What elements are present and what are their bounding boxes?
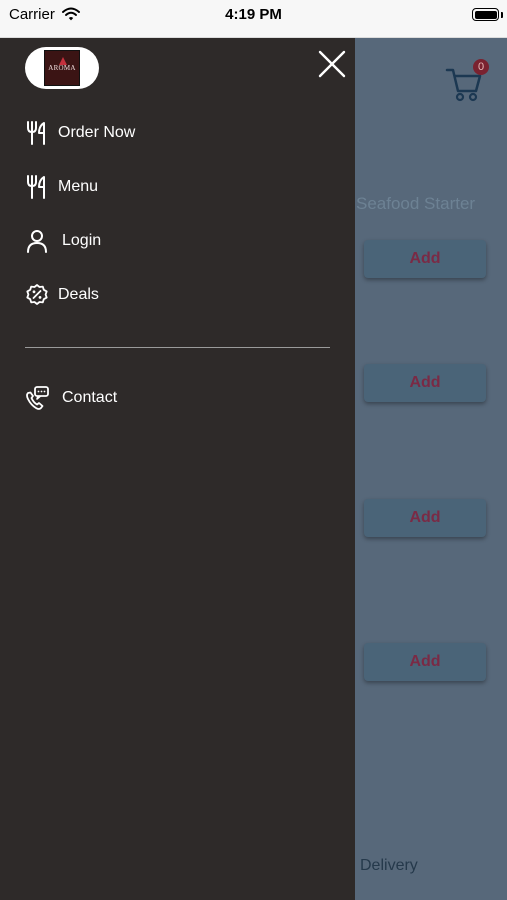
add-button[interactable]: Add bbox=[364, 499, 486, 537]
cart-count-badge: 0 bbox=[473, 59, 489, 75]
delivery-label[interactable]: Delivery bbox=[360, 857, 418, 875]
close-icon[interactable] bbox=[316, 48, 348, 80]
user-icon bbox=[24, 228, 50, 254]
fork-knife-icon bbox=[24, 120, 50, 146]
drawer-item-menu[interactable]: Menu bbox=[24, 172, 98, 202]
logo-container[interactable]: AROMA bbox=[25, 47, 99, 89]
side-drawer: AROMA Order Now Menu Login Deals Contact bbox=[0, 38, 355, 900]
category-title: Seafood Starter bbox=[356, 194, 476, 213]
drawer-item-contact[interactable]: Contact bbox=[24, 383, 117, 413]
logo-text: AROMA bbox=[48, 64, 76, 72]
battery-icon bbox=[472, 8, 499, 21]
drawer-item-label: Contact bbox=[62, 389, 118, 406]
clock: 4:19 PM bbox=[225, 6, 282, 23]
add-button[interactable]: Add bbox=[364, 643, 486, 681]
drawer-item-order-now[interactable]: Order Now bbox=[24, 118, 135, 148]
phone-chat-icon bbox=[24, 385, 50, 411]
drawer-item-label: Login bbox=[62, 232, 102, 249]
drawer-item-label: Order Now bbox=[58, 124, 136, 141]
add-button[interactable]: Add bbox=[364, 240, 486, 278]
drawer-item-label: Menu bbox=[58, 178, 99, 195]
discount-badge-icon bbox=[24, 282, 50, 308]
fork-knife-icon bbox=[24, 174, 50, 200]
drawer-item-label: Deals bbox=[58, 286, 99, 303]
battery-tip bbox=[501, 12, 503, 18]
drawer-divider bbox=[25, 347, 330, 348]
drawer-item-deals[interactable]: Deals bbox=[24, 280, 99, 310]
status-bar: Carrier 4:19 PM bbox=[0, 0, 507, 38]
restaurant-logo: AROMA bbox=[44, 50, 80, 86]
drawer-item-login[interactable]: Login bbox=[24, 226, 101, 256]
add-button[interactable]: Add bbox=[364, 364, 486, 402]
